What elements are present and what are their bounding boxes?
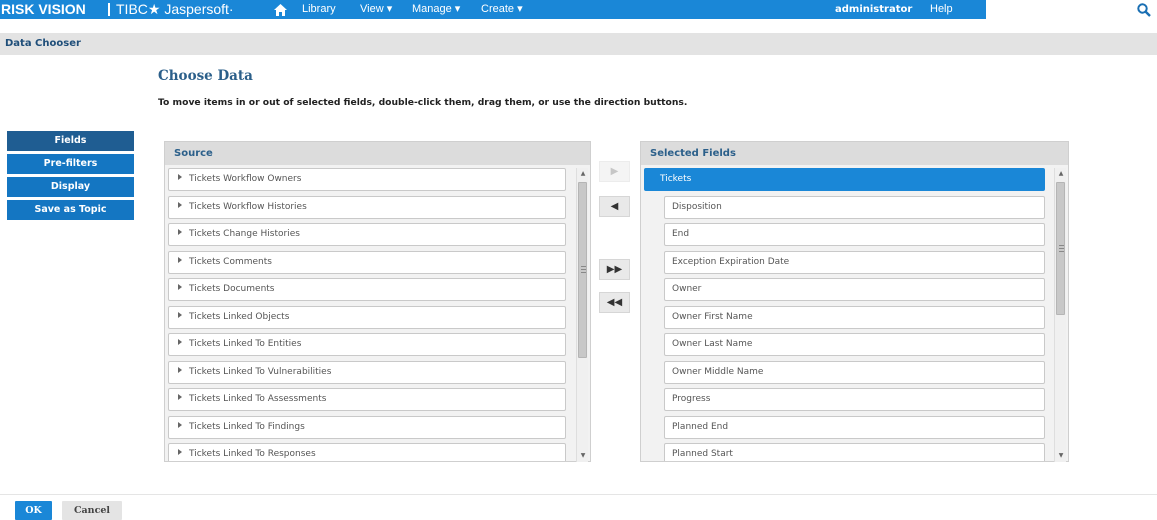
source-item-label: Tickets Linked To Findings xyxy=(189,421,305,432)
move-right-button[interactable]: ▶ xyxy=(599,161,630,182)
selected-group-tickets[interactable]: Tickets xyxy=(644,168,1045,191)
nav-library[interactable]: Library xyxy=(302,0,336,19)
home-icon[interactable] xyxy=(274,4,287,16)
nav-manage[interactable]: Manage ▾ xyxy=(412,0,460,19)
source-list-item[interactable]: Tickets Linked To Assessments xyxy=(168,388,566,411)
source-item-label: Tickets Workflow Histories xyxy=(189,201,307,212)
scroll-up-arrow-icon[interactable]: ▲ xyxy=(1055,168,1067,180)
ok-button[interactable]: OK xyxy=(15,501,52,520)
nav-create[interactable]: Create ▾ xyxy=(481,0,523,19)
choose-data-heading: Choose Data xyxy=(158,68,253,84)
source-list-viewport: Tickets Workflow Owners Tickets Workflow … xyxy=(165,165,590,461)
scroll-down-arrow-icon[interactable]: ▼ xyxy=(1055,450,1067,462)
source-list-item[interactable]: Tickets Linked To Responses xyxy=(168,443,566,461)
source-panel-title: Source xyxy=(165,142,590,165)
selected-field-item[interactable]: Owner Middle Name xyxy=(664,360,1045,384)
source-item-label: Tickets Documents xyxy=(189,284,275,294)
source-list-item[interactable]: Tickets Linked To Findings xyxy=(168,415,566,439)
source-item-label: Tickets Linked To Vulnerabilities xyxy=(189,366,332,377)
source-item-label: Tickets Comments xyxy=(189,256,272,267)
brand-secondary: TIBC★ Jaspersoft· xyxy=(116,1,234,17)
selected-field-item[interactable]: Progress xyxy=(664,388,1045,411)
step-fields[interactable]: Fields xyxy=(7,131,134,151)
source-list-item[interactable]: Tickets Workflow Owners xyxy=(168,168,566,191)
expand-triangle-icon[interactable] xyxy=(178,256,182,263)
scroll-up-arrow-icon[interactable]: ▲ xyxy=(577,168,589,180)
selected-panel-title: Selected Fields xyxy=(641,142,1068,165)
step-pre-filters[interactable]: Pre-filters xyxy=(7,154,134,174)
source-list-item[interactable]: Tickets Change Histories xyxy=(168,223,566,246)
source-list-item[interactable]: Tickets Linked To Entities xyxy=(168,333,566,356)
selected-field-item[interactable]: Owner First Name xyxy=(664,305,1045,329)
instructions-text: To move items in or out of selected fiel… xyxy=(158,97,688,108)
selected-scrollbar[interactable]: ▲ ▼ xyxy=(1054,168,1066,462)
selected-field-item[interactable]: Exception Expiration Date xyxy=(664,250,1045,274)
scroll-thumb[interactable] xyxy=(1056,182,1065,315)
selected-field-item[interactable]: Planned End xyxy=(664,415,1045,439)
expand-triangle-icon[interactable] xyxy=(178,284,182,290)
selected-field-item[interactable]: End xyxy=(664,223,1045,246)
source-item-label: Tickets Linked To Responses xyxy=(189,449,316,459)
source-list-item[interactable]: Tickets Linked Objects xyxy=(168,305,566,329)
source-item-label: Tickets Workflow Owners xyxy=(189,174,302,184)
page-title: Data Chooser xyxy=(5,38,81,49)
selected-field-item[interactable]: Disposition xyxy=(664,195,1045,219)
move-all-right-button[interactable]: ▶▶ xyxy=(599,259,630,280)
source-scrollbar[interactable]: ▲ ▼ xyxy=(576,168,588,462)
selected-list-viewport: Tickets Disposition End Exception Expiratio… xyxy=(641,165,1068,461)
footer-divider xyxy=(0,494,1157,495)
top-bar: RISK VISION TIBC★ Jaspersoft· Library Vi… xyxy=(0,0,1157,19)
cancel-button[interactable]: Cancel xyxy=(62,501,122,520)
wizard-steps-nav: Fields Pre-filters Display Save as Topic xyxy=(7,131,134,223)
expand-triangle-icon[interactable] xyxy=(178,449,182,455)
page-header-bar: Data Chooser xyxy=(0,33,1157,55)
source-list-item[interactable]: Tickets Comments xyxy=(168,250,566,274)
selected-field-item[interactable]: Owner xyxy=(664,278,1045,301)
source-item-label: Tickets Linked Objects xyxy=(189,311,290,322)
step-display[interactable]: Display xyxy=(7,177,134,197)
expand-triangle-icon[interactable] xyxy=(178,201,182,208)
scroll-thumb[interactable] xyxy=(578,182,587,358)
help-link[interactable]: Help xyxy=(930,0,953,19)
brand-separator xyxy=(108,3,110,16)
source-list-item[interactable]: Tickets Workflow Histories xyxy=(168,195,566,219)
step-save-as-topic[interactable]: Save as Topic xyxy=(7,200,134,220)
source-item-label: Tickets Linked To Entities xyxy=(189,339,302,349)
selected-fields-panel: Selected Fields Tickets Disposition End Exc… xyxy=(640,141,1069,462)
expand-triangle-icon[interactable] xyxy=(178,339,182,345)
selected-field-item[interactable]: Planned Start xyxy=(664,443,1045,461)
source-list-item[interactable]: Tickets Linked To Vulnerabilities xyxy=(168,360,566,384)
nav-view[interactable]: View ▾ xyxy=(360,0,392,19)
expand-triangle-icon[interactable] xyxy=(178,421,182,428)
source-item-label: Tickets Change Histories xyxy=(189,229,300,239)
user-menu[interactable]: administrator xyxy=(835,0,912,19)
move-left-button[interactable]: ◀ xyxy=(599,196,630,217)
source-panel: Source Tickets Workflow Owners Tickets Wo… xyxy=(164,141,591,462)
source-list-item[interactable]: Tickets Documents xyxy=(168,278,566,301)
brand-main: RISK VISION xyxy=(1,1,86,17)
expand-triangle-icon[interactable] xyxy=(178,311,182,318)
expand-triangle-icon[interactable] xyxy=(178,174,182,180)
move-all-left-button[interactable]: ◀◀ xyxy=(599,292,630,313)
source-item-label: Tickets Linked To Assessments xyxy=(189,394,327,404)
scroll-down-arrow-icon[interactable]: ▼ xyxy=(577,450,589,462)
expand-triangle-icon[interactable] xyxy=(178,229,182,235)
search-icon[interactable] xyxy=(1137,3,1151,17)
expand-triangle-icon[interactable] xyxy=(178,366,182,373)
selected-field-item[interactable]: Owner Last Name xyxy=(664,333,1045,356)
expand-triangle-icon[interactable] xyxy=(178,394,182,400)
